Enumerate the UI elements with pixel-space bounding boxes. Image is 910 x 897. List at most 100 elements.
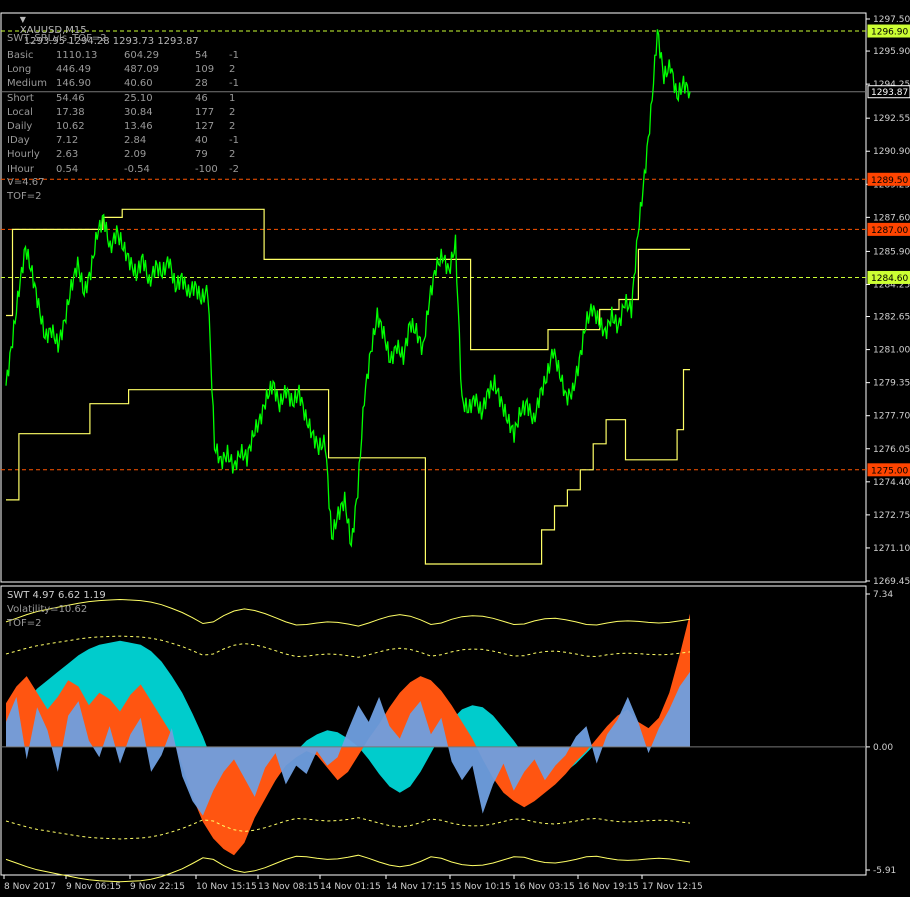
tof-line: TOF=2 [7,191,42,202]
x-tick-label: 15 Nov 10:15 [450,882,511,892]
levels-cell: 28 [195,78,208,90]
price-level-label: 1296.90 [871,28,908,38]
levels-cell: 2.84 [124,135,147,147]
levels-cell: -1 [229,135,239,147]
levels-row: Daily 10.62 13.46 127 2 [7,120,249,134]
levels-cell: 2 [229,149,236,161]
upper-outer-envelope [5,598,691,627]
levels-row: IHour 0.54 -0.54 -100 -2 [7,163,249,177]
levels-cell: 1 [229,92,236,104]
price-level-label: 1275.00 [871,466,908,476]
y-tick-label: 1290.90 [873,147,910,157]
sub-y-tick-label: -5.91 [873,866,896,876]
levels-cell: Local [7,106,33,118]
levels-cell: 146.90 [56,78,91,90]
x-tick-label: 9 Nov 06:15 [66,882,121,892]
levels-row: Local 17.38 30.84 177 2 [7,106,249,120]
sub-tof: TOF=2 [7,618,42,629]
levels-cell: Basic [7,50,34,61]
price-level-label: 1289.50 [871,176,908,186]
levels-cell: IDay [7,135,30,147]
lower-level-steps [6,369,690,565]
y-tick-label: 1297.50 [873,15,910,25]
levels-cell: 604.29 [124,50,159,61]
x-tick-label: 17 Nov 12:15 [642,882,703,892]
price-level-label: 1287.00 [871,226,908,236]
y-tick-label: 1274.40 [873,478,910,488]
levels-cell: -100 [195,163,218,175]
levels-cell: 2.09 [124,149,147,161]
levels-cell: 7.12 [56,135,79,147]
upper-level-steps [6,208,690,351]
v-line: V=4.67 [7,177,45,188]
levels-cell: 109 [195,64,215,76]
levels-cell: 54 [195,50,208,61]
lower-inner-envelope [5,817,691,840]
levels-cell: Long [7,64,32,76]
levels-cell: IHour [7,163,35,175]
levels-cell: 2.63 [56,149,79,161]
x-tick-label: 16 Nov 19:15 [578,882,639,892]
x-tick-label: 13 Nov 08:15 [258,882,319,892]
levels-cell: Daily [7,120,33,132]
y-tick-label: 1271.10 [873,544,910,554]
y-tick-label: 1269.45 [873,577,910,587]
y-tick-label: 1279.35 [873,379,910,389]
y-tick-label: 1276.05 [873,445,910,455]
levels-cell: -1 [229,78,239,90]
levels-cell: 2 [229,120,236,132]
levels-row: Hourly 2.63 2.09 79 2 [7,148,249,162]
x-tick-label: 10 Nov 15:15 [196,882,257,892]
levels-row: Medium 146.90 40.60 28 -1 [7,77,249,91]
sub-volatility: Volatility=10.62 [7,604,88,615]
levels-cell: 127 [195,120,215,132]
levels-cell: 0.54 [56,163,79,175]
levels-cell: 46 [195,92,208,104]
levels-cell: 2 [229,64,236,76]
levels-cell: 177 [195,106,215,118]
lower-outer-envelope [5,854,691,883]
levels-cell: 79 [195,149,208,161]
indicator-name: SWT_SRLvls_TOF=2 [7,33,107,44]
levels-cell: -0.54 [124,163,150,175]
x-tick-label: 14 Nov 17:15 [386,882,447,892]
levels-cell: 54.46 [56,92,85,104]
y-tick-label: 1277.70 [873,412,910,422]
levels-cell: 2 [229,106,236,118]
y-tick-label: 1292.55 [873,114,910,124]
x-tick-label: 14 Nov 01:15 [320,882,381,892]
levels-cell: 446.49 [56,64,91,76]
levels-row: Short 54.46 25.10 46 1 [7,92,249,106]
sub-title: SWT 4.97 6.62 1.19 [7,590,106,601]
levels-cell: 25.10 [124,92,153,104]
y-tick-label: 1285.90 [873,247,910,257]
y-tick-label: 1281.00 [873,346,910,356]
y-tick-label: 1295.90 [873,47,910,57]
levels-cell: 30.84 [124,106,153,118]
levels-cell: 40.60 [124,78,153,90]
levels-row: Basic 1110.13 604.29 54 -1 [7,49,249,63]
levels-cell: -2 [229,163,239,175]
levels-cell: 487.09 [124,64,159,76]
levels-cell: 10.62 [56,120,85,132]
levels-row: IDay 7.12 2.84 40 -1 [7,134,249,148]
x-tick-label: 8 Nov 2017 [4,882,56,892]
price-level-label: 1293.87 [871,88,908,98]
levels-cell: 40 [195,135,208,147]
levels-cell: Short [7,92,34,104]
levels-cell: 1110.13 [56,50,98,61]
levels-cell: 17.38 [56,106,85,118]
y-tick-label: 1287.60 [873,213,910,223]
symbol-dropdown-icon[interactable]: ▼ [20,15,26,24]
levels-row: Long 446.49 487.09 109 2 [7,63,249,77]
price-level-label: 1284.60 [871,274,908,284]
trading-chart-window: 1297.501295.901294.251292.551290.901289.… [0,0,910,897]
x-tick-label: 16 Nov 03:15 [514,882,575,892]
x-tick-label: 9 Nov 22:15 [130,882,185,892]
sub-y-tick-label: 0.00 [873,743,893,753]
levels-cell: Medium [7,78,47,90]
y-tick-label: 1282.65 [873,313,910,323]
levels-cell: -1 [229,50,239,61]
levels-cell: 13.46 [124,120,153,132]
levels-cell: Hourly [7,149,40,161]
